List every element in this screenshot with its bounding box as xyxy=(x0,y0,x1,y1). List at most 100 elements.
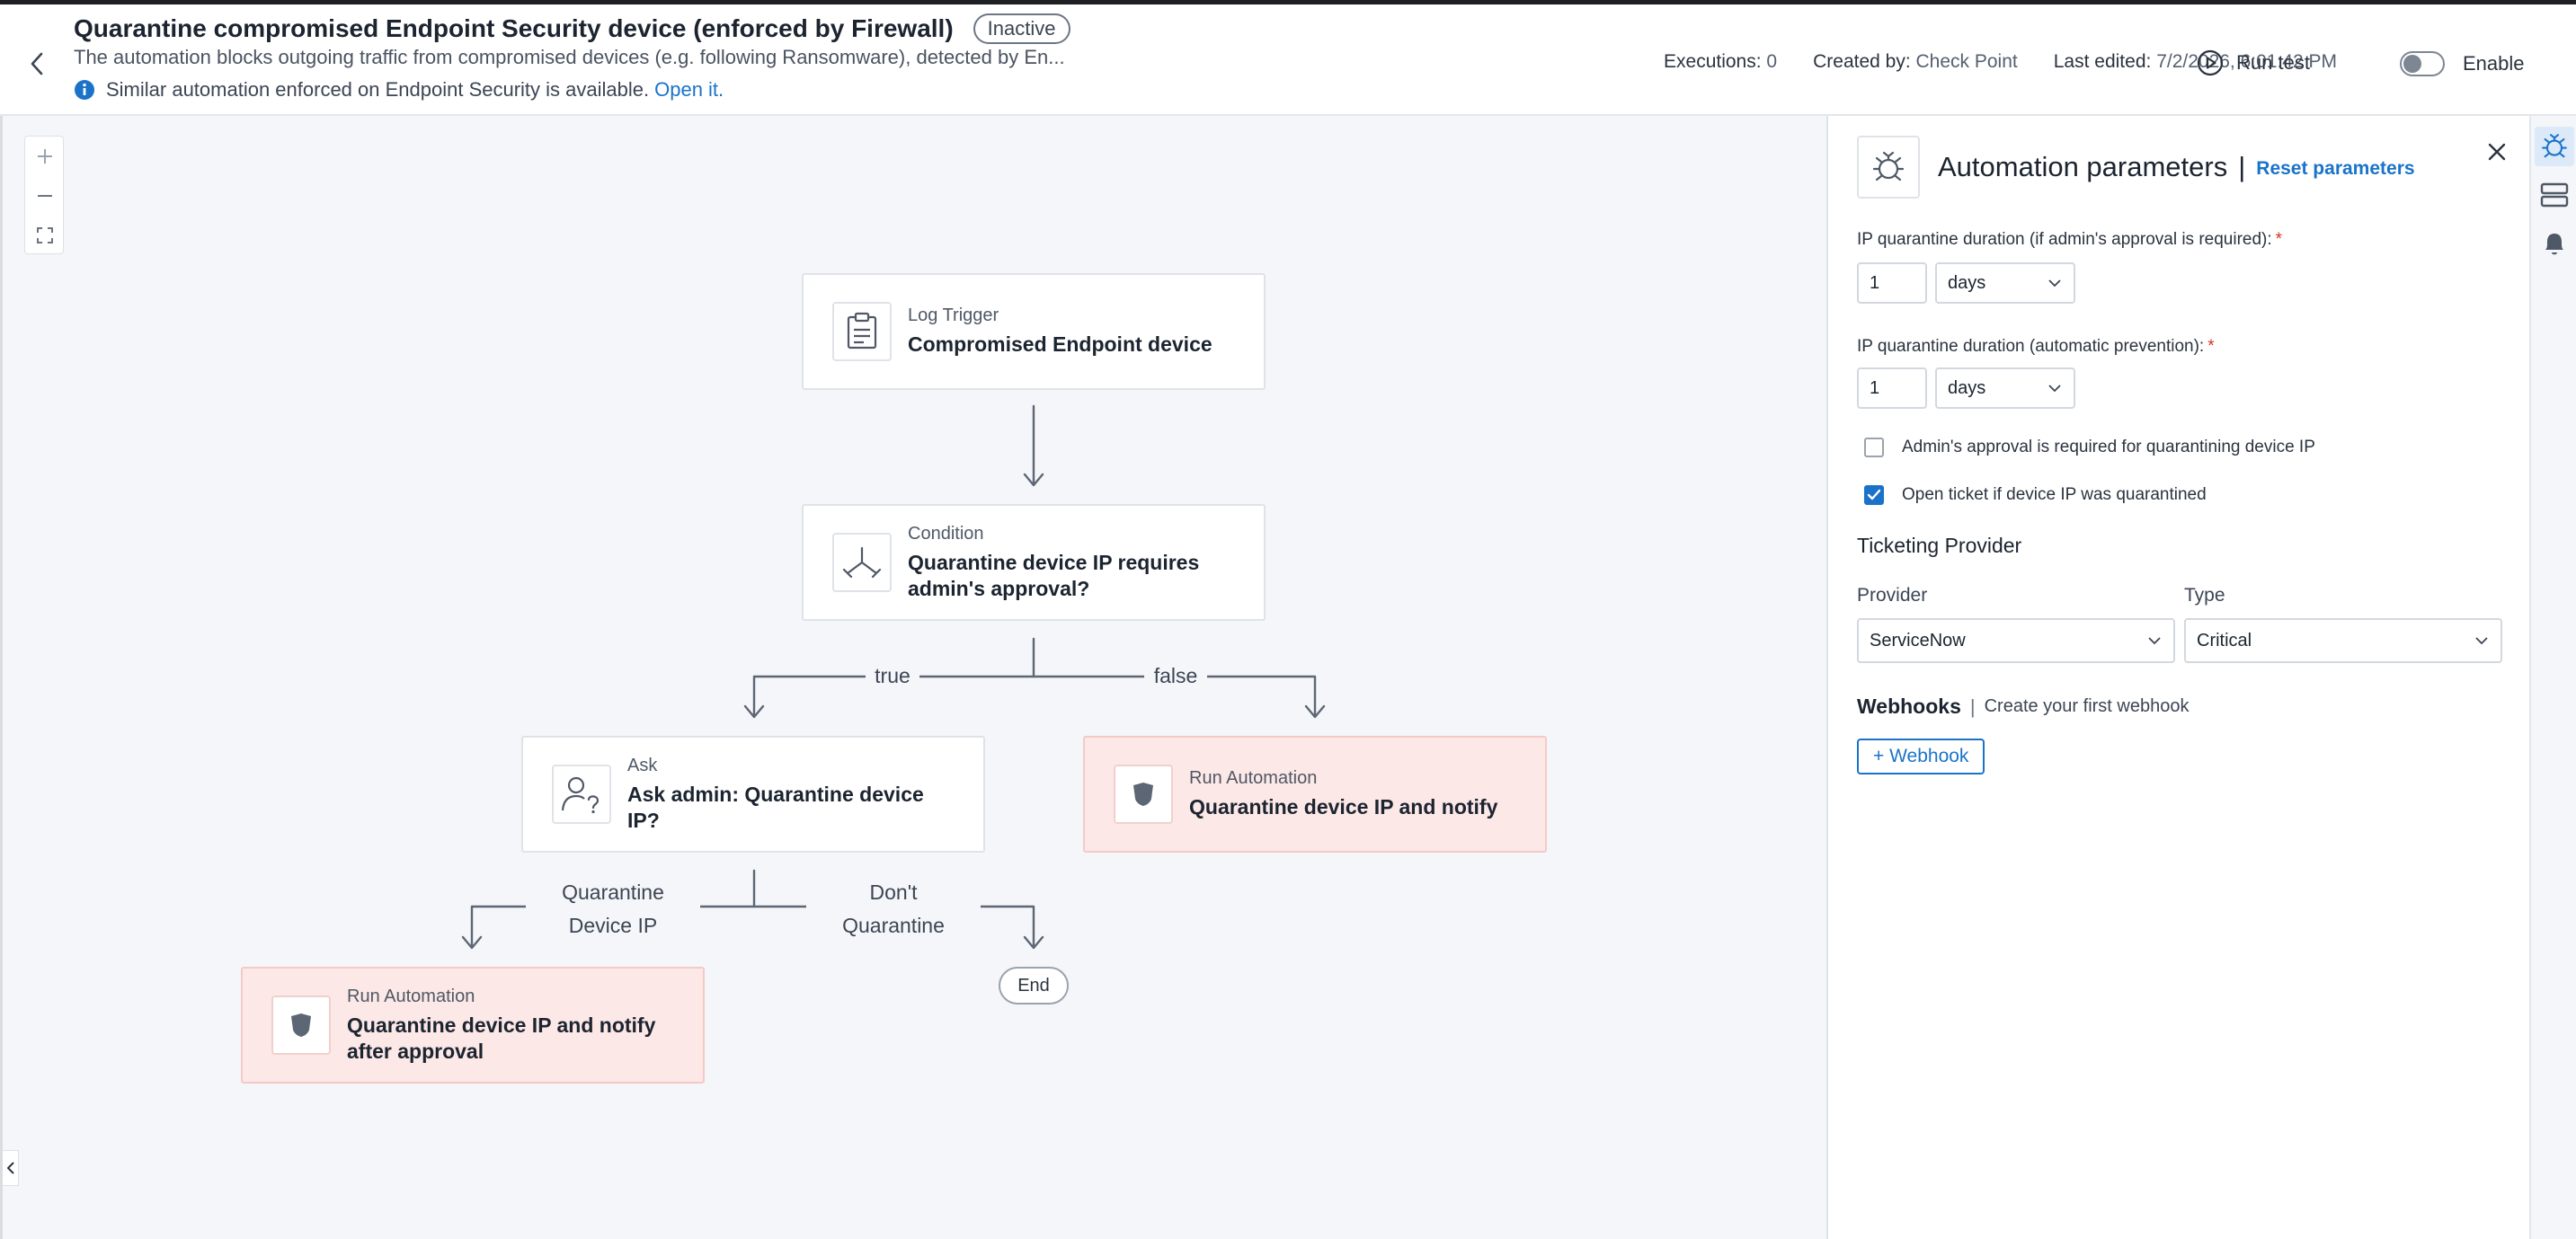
status-badge: Inactive xyxy=(973,13,1070,44)
expand-sidebar-button[interactable] xyxy=(3,1150,19,1186)
layout-rows-icon xyxy=(2540,182,2569,208)
open-ticket-checkbox-row: Open ticket if device IP was quarantined xyxy=(1864,485,2207,505)
bug-icon xyxy=(2542,134,2567,158)
field-label-text: IP quarantine duration (automatic preven… xyxy=(1857,337,2205,356)
create-webhook-link[interactable]: Create your first webhook xyxy=(1985,696,2190,717)
chevron-left-icon xyxy=(31,52,43,75)
quarantine-duration-approval-input[interactable]: 1 xyxy=(1857,262,1927,304)
node-run-automation-right[interactable]: Run Automation Quarantine device IP and … xyxy=(1083,736,1547,853)
webhooks-heading: Webhooks xyxy=(1857,695,1961,718)
quarantine-duration-approval-unit-select[interactable]: days xyxy=(1935,262,2075,304)
node-name: Quarantine device IP requires admin's ap… xyxy=(908,550,1200,600)
quarantine-duration-automatic-input[interactable]: 1 xyxy=(1857,367,1927,409)
checkmark-icon xyxy=(1867,489,1881,500)
node-condition[interactable]: Condition Quarantine device IP requires … xyxy=(802,504,1266,621)
zoom-in-button[interactable] xyxy=(25,137,65,176)
chevron-left-icon xyxy=(6,1162,14,1174)
chevron-down-icon xyxy=(2048,384,2061,392)
edge-label-false: false xyxy=(1144,659,1207,693)
info-banner: Similar automation enforced on Endpoint … xyxy=(74,78,724,102)
right-icon-rail xyxy=(2529,116,2576,1239)
close-icon xyxy=(2488,143,2506,161)
quarantine-duration-approval-label: IP quarantine duration (if admin's appro… xyxy=(1857,230,2282,250)
enable-toggle[interactable] xyxy=(2400,51,2445,76)
info-text: Similar automation enforced on Endpoint … xyxy=(106,78,650,101)
node-type: Run Automation xyxy=(347,986,475,1006)
field-label-text: IP quarantine duration (if admin's appro… xyxy=(1857,230,2272,249)
bug-icon xyxy=(1857,136,1920,199)
fit-screen-icon xyxy=(37,227,53,243)
select-value: Critical xyxy=(2197,630,2252,650)
info-icon xyxy=(75,80,94,100)
admin-approval-checkbox-row: Admin's approval is required for quarant… xyxy=(1864,438,2315,457)
node-end[interactable]: End xyxy=(999,967,1069,1004)
ticketing-provider-heading: Ticketing Provider xyxy=(1857,534,2022,557)
node-type: Ask xyxy=(627,755,658,775)
bell-icon xyxy=(2545,234,2563,255)
automation-parameters-panel: Automation parameters | Reset parameters… xyxy=(1826,116,2529,1239)
required-mark: * xyxy=(2207,337,2215,356)
close-panel-button[interactable] xyxy=(2481,136,2513,168)
minus-icon xyxy=(38,195,52,197)
add-webhook-button[interactable]: + Webhook xyxy=(1857,739,1985,774)
provider-label: Provider xyxy=(1857,585,1928,606)
created-by: Created by: Check Point xyxy=(1813,51,2018,73)
rail-parameters-button[interactable] xyxy=(2535,127,2574,166)
chevron-down-icon xyxy=(2148,636,2161,644)
node-type: Log Trigger xyxy=(908,305,999,325)
shield-icon xyxy=(271,996,331,1055)
clipboard-icon xyxy=(832,302,892,361)
workflow-canvas[interactable]: true false Quarantine Device IP Don't Qu… xyxy=(0,116,1826,1239)
panel-header: Automation parameters | Reset parameters xyxy=(1857,136,2415,199)
edge-label-true: true xyxy=(866,659,919,693)
checkbox-label: Admin's approval is required for quarant… xyxy=(1902,438,2315,456)
select-value: days xyxy=(1948,377,1986,398)
executions-value: 0 xyxy=(1766,51,1778,72)
provider-select[interactable]: ServiceNow xyxy=(1857,618,2175,663)
node-name: Quarantine device IP and notify xyxy=(1189,795,1498,819)
toggle-knob xyxy=(2403,55,2421,73)
node-type: Run Automation xyxy=(1189,768,1318,788)
enable-label: Enable xyxy=(2463,52,2525,75)
back-button[interactable] xyxy=(22,46,52,82)
enable-control: Enable xyxy=(2400,51,2525,76)
reset-parameters-link[interactable]: Reset parameters xyxy=(2256,158,2414,180)
chevron-down-icon xyxy=(2475,636,2488,644)
edge-label-quarantine-device-ip: Quarantine Device IP xyxy=(526,876,700,943)
run-test-button[interactable]: Run test xyxy=(2197,49,2310,76)
quarantine-duration-automatic-label: IP quarantine duration (automatic preven… xyxy=(1857,337,2215,357)
edge-label-dont-quarantine: Don't Quarantine xyxy=(806,876,981,943)
zoom-out-button[interactable] xyxy=(25,176,65,216)
rail-layout-button[interactable] xyxy=(2535,175,2574,215)
edge-label-line: Quarantine xyxy=(842,914,945,937)
edge-label-line: Don't xyxy=(869,881,918,904)
title-row: Quarantine compromised Endpoint Security… xyxy=(74,13,1070,44)
page-title: Quarantine compromised Endpoint Security… xyxy=(74,14,954,42)
edge-label-line: Quarantine xyxy=(562,881,664,904)
last-edited-label: Last edited: xyxy=(2053,51,2152,72)
node-ask-admin[interactable]: Ask Ask admin: Quarantine device IP? xyxy=(521,736,985,853)
fit-view-button[interactable] xyxy=(25,216,65,255)
ticket-type-select[interactable]: Critical xyxy=(2184,618,2502,663)
webhooks-row: Webhooks | Create your first webhook xyxy=(1857,695,2189,719)
rail-notifications-button[interactable] xyxy=(2535,224,2574,263)
open-it-link[interactable]: Open it. xyxy=(654,78,724,102)
edge-label-line: Device IP xyxy=(568,914,658,937)
admin-approval-checkbox[interactable] xyxy=(1864,438,1884,457)
node-run-automation-left[interactable]: Run Automation Quarantine device IP and … xyxy=(241,967,705,1084)
checkbox-label: Open ticket if device IP was quarantined xyxy=(1902,485,2207,504)
required-mark: * xyxy=(2275,230,2283,249)
node-name: Ask admin: Quarantine device IP? xyxy=(627,782,924,832)
panel-title: Automation parameters xyxy=(1938,151,2228,182)
webhooks-separator: | xyxy=(1969,695,1976,718)
select-value: days xyxy=(1948,272,1986,293)
zoom-controls xyxy=(24,136,64,254)
user-question-icon xyxy=(552,765,611,824)
created-by-label: Created by: xyxy=(1813,51,1911,72)
plus-icon xyxy=(38,149,52,164)
executions-label: Executions: xyxy=(1664,51,1762,72)
node-type: Condition xyxy=(908,523,984,544)
node-log-trigger[interactable]: Log Trigger Compromised Endpoint device xyxy=(802,273,1266,390)
quarantine-duration-automatic-unit-select[interactable]: days xyxy=(1935,367,2075,409)
open-ticket-checkbox[interactable] xyxy=(1864,485,1884,505)
